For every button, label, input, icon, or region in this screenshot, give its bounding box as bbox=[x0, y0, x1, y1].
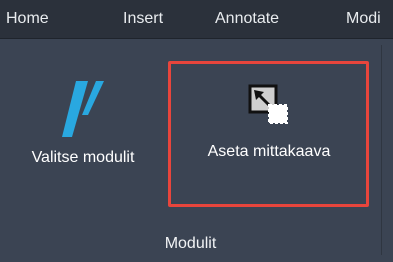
ribbon-tab-bar: Home Insert Annotate Modi bbox=[0, 0, 393, 39]
tab-annotate[interactable]: Annotate bbox=[215, 0, 279, 38]
panel-divider bbox=[381, 45, 382, 255]
panel-title: Modulit bbox=[164, 235, 217, 252]
highlight-box bbox=[168, 61, 369, 207]
double-slash-logo-icon bbox=[62, 81, 104, 137]
tab-home[interactable]: Home bbox=[6, 0, 49, 38]
select-modules-button[interactable]: Valitse modulit bbox=[8, 81, 158, 167]
ribbon-panel-area: Valitse modulit Aseta mittakaava Modulit bbox=[0, 39, 393, 262]
tab-modify[interactable]: Modi bbox=[346, 0, 381, 38]
select-modules-label: Valitse modulit bbox=[31, 149, 135, 166]
tab-insert[interactable]: Insert bbox=[123, 0, 163, 38]
